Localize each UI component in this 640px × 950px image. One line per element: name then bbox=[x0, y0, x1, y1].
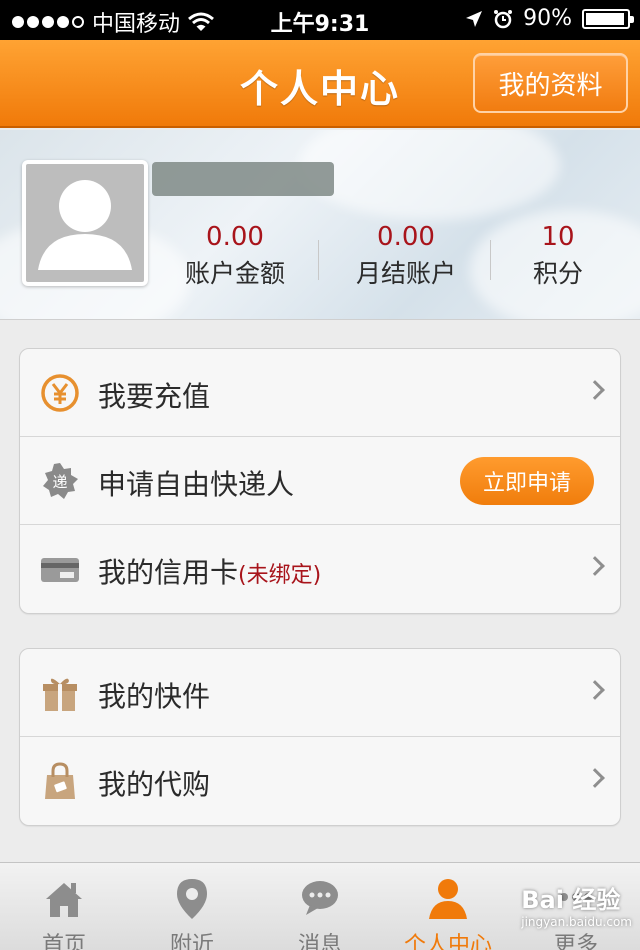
location-icon bbox=[177, 879, 207, 919]
tab-messages[interactable]: 消息 bbox=[256, 863, 384, 950]
menu-item-label: 申请自由快递人 bbox=[98, 468, 295, 501]
battery-icon bbox=[582, 8, 634, 29]
apply-now-button[interactable]: 立即申请 bbox=[460, 457, 594, 505]
chevron-right-icon bbox=[585, 768, 605, 788]
menu-item-label: 我的快件 bbox=[98, 680, 211, 713]
tab-personal-center[interactable]: 个人中心 bbox=[384, 863, 512, 950]
stat-points[interactable]: 10 积分 bbox=[508, 222, 608, 290]
home-icon bbox=[46, 883, 82, 917]
menu-item-label: 我的信用卡 bbox=[98, 556, 239, 589]
location-arrow-icon bbox=[466, 10, 483, 27]
unbound-note: (未绑定) bbox=[238, 563, 322, 588]
message-icon bbox=[302, 881, 338, 915]
username-redacted bbox=[152, 162, 334, 196]
tab-label: 个人中心 bbox=[403, 933, 492, 950]
alarm-clock-icon bbox=[494, 9, 513, 28]
tab-home[interactable]: 首页 bbox=[0, 863, 128, 950]
divider bbox=[490, 240, 491, 280]
watermark-url: jingyan.baidu.com bbox=[521, 915, 632, 929]
profile-summary: 0.00 账户金额 0.00 月结账户 10 积分 bbox=[0, 130, 640, 320]
tab-nearby[interactable]: 附近 bbox=[128, 863, 256, 950]
menu-item-recharge[interactable]: 我要充值 bbox=[20, 349, 620, 437]
stat-value: 0.00 bbox=[377, 222, 435, 252]
tab-label: 更多 bbox=[553, 933, 598, 950]
gift-icon bbox=[43, 678, 77, 711]
my-profile-button[interactable]: 我的资料 bbox=[473, 53, 628, 113]
stat-value: 0.00 bbox=[206, 222, 264, 252]
chevron-right-icon bbox=[585, 680, 605, 700]
shopping-bag-icon bbox=[45, 762, 75, 799]
chevron-right-icon bbox=[585, 556, 605, 576]
yuan-icon bbox=[41, 374, 79, 412]
person-icon bbox=[429, 879, 467, 919]
tab-label: 附近 bbox=[169, 933, 214, 950]
menu-item-label: 我的代购 bbox=[98, 768, 211, 801]
credit-card-icon bbox=[41, 558, 79, 582]
watermark-text: Bai 经验 bbox=[521, 886, 621, 914]
status-bar: 中国移动 上午9:31 90% bbox=[0, 0, 640, 40]
stat-label: 月结账户 bbox=[355, 259, 456, 288]
express-icon: 递 bbox=[43, 463, 78, 499]
watermark: Bai 经验 jingyan.baidu.com bbox=[521, 880, 632, 929]
chevron-right-icon bbox=[585, 380, 605, 400]
menu-group-account: 我要充值 递 申请自由快递人 立即申请 我的信用卡(未绑定) bbox=[19, 348, 621, 614]
navigation-header: 个人中心 我的资料 bbox=[0, 40, 640, 128]
stat-label: 积分 bbox=[532, 259, 583, 288]
tab-label: 消息 bbox=[297, 933, 342, 950]
menu-item-label: 我要充值 bbox=[98, 380, 211, 413]
menu-item-proxy-purchase[interactable]: 我的代购 bbox=[20, 737, 620, 825]
stat-account-balance[interactable]: 0.00 账户金额 bbox=[172, 222, 298, 290]
svg-text:递: 递 bbox=[52, 473, 67, 491]
menu-item-credit-card[interactable]: 我的信用卡(未绑定) bbox=[20, 525, 620, 613]
stat-monthly-account[interactable]: 0.00 月结账户 bbox=[338, 222, 474, 290]
menu-group-orders: 我的快件 我的代购 bbox=[19, 648, 621, 826]
avatar[interactable] bbox=[22, 160, 148, 286]
stat-value: 10 bbox=[541, 222, 575, 252]
stat-label: 账户金额 bbox=[184, 259, 285, 288]
menu-item-my-packages[interactable]: 我的快件 bbox=[20, 649, 620, 737]
battery-percent: 90% bbox=[523, 6, 572, 31]
divider bbox=[318, 240, 319, 280]
menu-item-apply-courier[interactable]: 递 申请自由快递人 立即申请 bbox=[20, 437, 620, 525]
tab-label: 首页 bbox=[41, 933, 86, 950]
